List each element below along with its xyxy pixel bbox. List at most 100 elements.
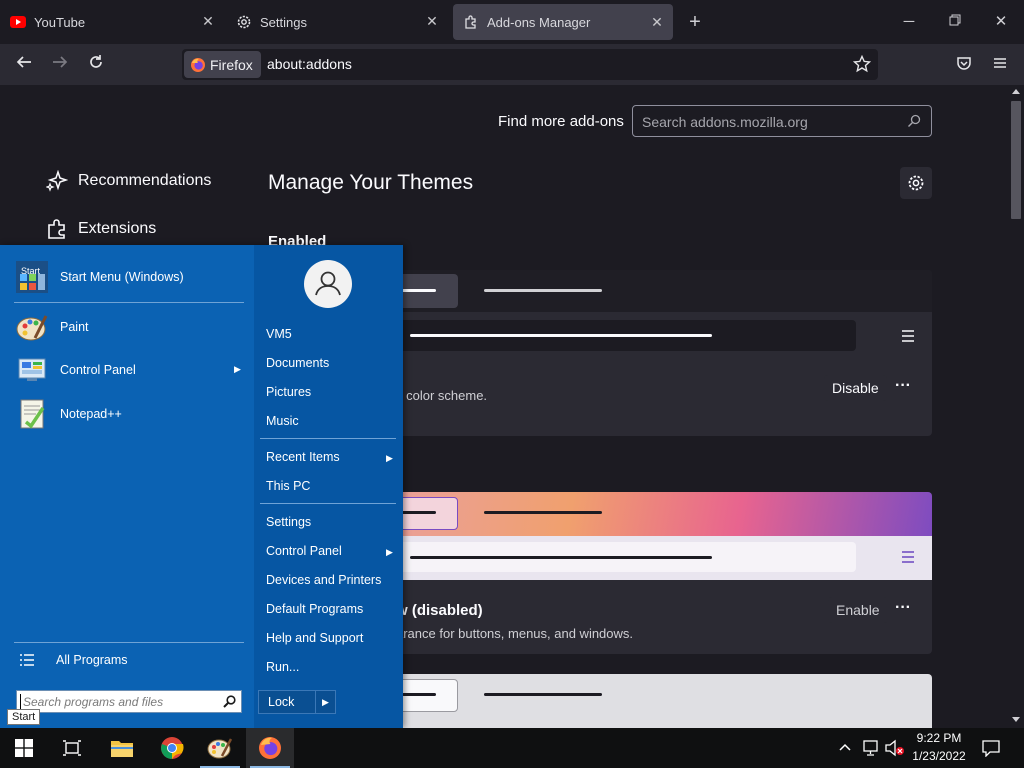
theme-description: arance for buttons, menus, and windows. [396,626,634,641]
control-panel-link[interactable]: Control Panel [266,544,342,558]
chrome-button[interactable] [148,728,196,768]
program-paint[interactable]: Paint [14,308,89,346]
more-options-button[interactable]: ··· [890,375,916,401]
program-start-menu[interactable]: Start Start Menu (Windows) [14,258,184,296]
find-more-label: Find more add-ons [498,113,624,130]
reload-button[interactable] [83,52,109,78]
start-menu-icon [14,259,50,295]
tab-title: Add-ons Manager [487,14,591,30]
url-bar[interactable]: Firefox about:addons [182,49,878,80]
disable-button[interactable]: Disable [824,375,887,401]
firefox-icon [259,737,281,759]
separator [260,438,396,439]
search-icon[interactable] [223,695,236,713]
pocket-button[interactable] [951,52,977,78]
search-placeholder: Search addons.mozilla.org [642,114,808,130]
theme-title: w (disabled) [396,602,483,619]
lock-button[interactable]: Lock ▶ [258,690,336,714]
addons-search-input[interactable]: Search addons.mozilla.org [632,105,932,137]
back-button[interactable] [11,52,37,78]
close-icon[interactable]: ✕ [200,13,216,29]
user-folder-link[interactable]: VM5 [266,327,292,341]
start-menu: Start Start Menu (Windows) Paint Control… [0,245,403,728]
forward-arrow-icon [53,56,68,68]
enable-button[interactable]: Enable [828,597,888,623]
chevron-up-icon [839,743,851,751]
separator [14,302,244,303]
folder-icon [111,741,133,757]
recent-items-link[interactable]: Recent Items [266,450,340,464]
documents-link[interactable]: Documents [266,356,329,370]
scroll-down-arrow-icon[interactable] [1012,717,1020,722]
category-label: Recommendations [78,172,212,189]
default-programs-link[interactable]: Default Programs [266,602,363,616]
category-extensions[interactable]: Extensions [46,215,156,243]
program-notepad-plus[interactable]: Notepad++ [14,395,122,433]
clock-time[interactable]: 9:22 PM [913,731,965,745]
paint-icon [207,738,233,759]
hamburger-icon [900,549,916,570]
tools-gear-button[interactable] [900,167,932,199]
app-menu-button[interactable] [987,52,1013,78]
submenu-arrow-icon: ▶ [386,547,393,557]
notifications-button[interactable] [982,739,1000,762]
scroll-up-arrow-icon[interactable] [1012,89,1020,94]
pictures-link[interactable]: Pictures [266,385,311,399]
bookmark-star-icon[interactable] [852,54,872,78]
list-icon [20,653,34,667]
url-text[interactable]: about:addons [267,56,352,72]
network-button[interactable] [862,739,880,762]
file-explorer-button[interactable] [98,728,146,768]
close-icon[interactable]: ✕ [649,14,665,30]
help-support-link[interactable]: Help and Support [266,631,363,645]
program-label: Start Menu (Windows) [60,270,184,284]
nav-bar: Firefox about:addons [0,44,1024,85]
minimize-button[interactable]: ─ [897,10,921,34]
restore-icon [949,14,961,26]
start-button[interactable] [0,728,48,768]
submenu-arrow-icon: ▶ [386,453,393,463]
settings-link[interactable]: Settings [266,515,311,529]
program-label: Paint [60,320,89,334]
tab-title: YouTube [34,14,86,30]
start-menu-programs-pane: Start Start Menu (Windows) Paint Control… [0,245,254,728]
volume-button[interactable] [885,739,905,762]
more-options-button[interactable]: ··· [890,597,916,623]
new-tab-button[interactable]: + [683,10,707,34]
hamburger-icon [900,328,916,349]
task-view-icon [63,740,81,756]
avatar[interactable] [304,260,352,308]
paint-taskbar-button[interactable] [196,728,244,768]
restore-button[interactable] [943,10,967,34]
close-window-button[interactable]: ✕ [989,10,1013,34]
close-icon[interactable]: ✕ [424,13,440,29]
back-arrow-icon [16,56,31,68]
forward-button[interactable] [47,52,73,78]
notification-icon [982,740,1000,758]
all-programs-button[interactable]: All Programs [20,652,128,668]
lock-options-arrow-icon[interactable]: ▶ [322,697,329,708]
program-control-panel[interactable]: Control Panel ▶ [14,351,246,389]
music-link[interactable]: Music [266,414,299,428]
tab-settings[interactable]: Settings ✕ [226,0,448,44]
program-label: Notepad++ [60,407,122,421]
category-recommendations[interactable]: Recommendations [45,167,212,195]
this-pc-link[interactable]: This PC [266,479,310,493]
run-link[interactable]: Run... [266,660,299,674]
show-hidden-icons-button[interactable] [838,740,852,757]
pocket-icon [957,57,971,70]
firefox-taskbar-button[interactable] [246,728,294,768]
search-placeholder: Search programs and files [23,695,164,709]
tab-addons-manager[interactable]: Add-ons Manager ✕ [453,4,673,40]
sparkle-icon [45,169,69,192]
program-label: Control Panel [60,363,136,377]
scrollbar-thumb[interactable] [1011,101,1021,219]
start-search-input[interactable]: Search programs and files [16,690,242,713]
task-view-button[interactable] [48,728,96,768]
page-scrollbar[interactable] [1008,85,1024,728]
tab-title: Settings [260,14,307,30]
devices-printers-link[interactable]: Devices and Printers [266,573,381,587]
clock-date[interactable]: 1/23/2022 [909,749,969,763]
tab-youtube[interactable]: YouTube ✕ [0,0,224,44]
identity-box[interactable]: Firefox [184,51,261,78]
